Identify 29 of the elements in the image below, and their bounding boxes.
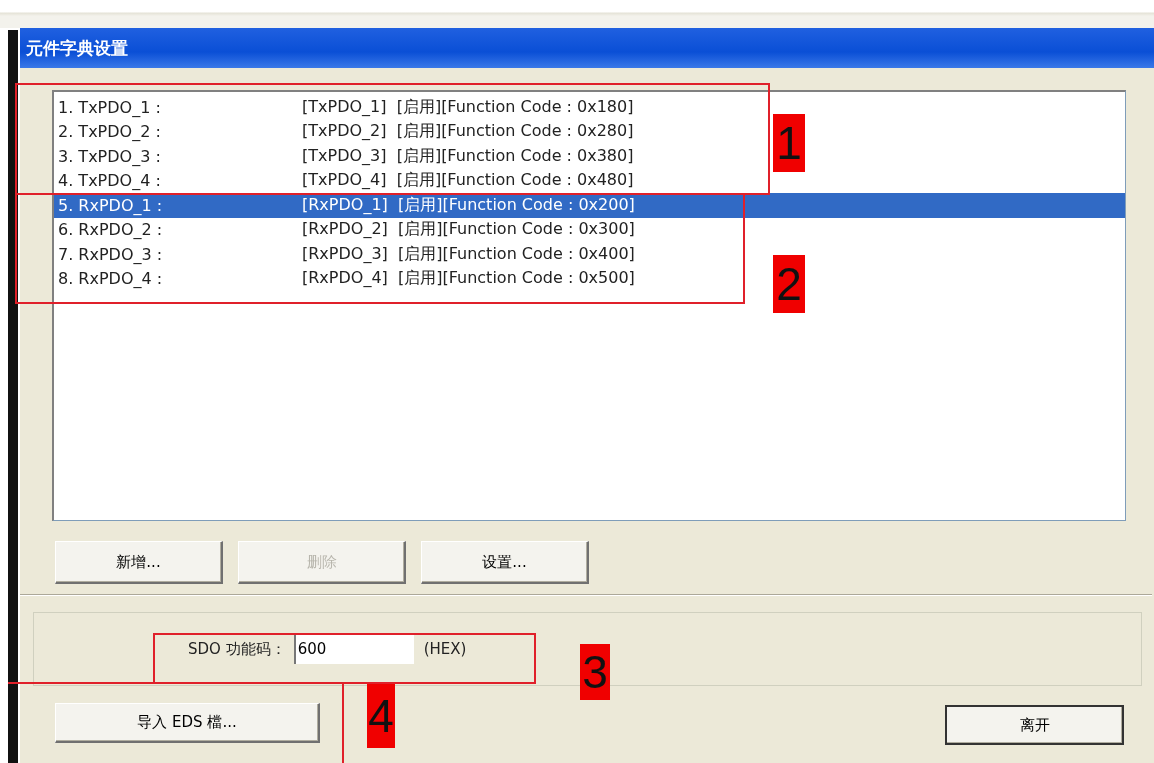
- import-eds-button[interactable]: 导入 EDS 檔...: [55, 703, 320, 743]
- pdo-details[interactable]: [TxPDO_2] [启用][Function Code : 0x280]: [302, 121, 634, 143]
- pdo-details[interactable]: [RxPDO_4] [启用][Function Code : 0x500]: [302, 268, 635, 290]
- pdo-name[interactable]: 7. RxPDO_3 :: [58, 244, 302, 264]
- pdo-details[interactable]: [RxPDO_2] [启用][Function Code : 0x300]: [302, 219, 635, 241]
- add-button[interactable]: 新增...: [55, 541, 223, 584]
- pdo-name[interactable]: 5. RxPDO_1 :: [58, 195, 302, 215]
- annotation-number: 2: [773, 255, 805, 313]
- selected-row-highlight[interactable]: 5. RxPDO_1 : [RxPDO_1] [启用][Function Code : 0x200]: [54, 193, 1125, 218]
- annotation-number: 4: [367, 684, 395, 748]
- sdo-code-field[interactable]: 600: [293, 634, 414, 664]
- hex-unit-label: (HEX): [423, 640, 467, 658]
- pdo-details[interactable]: [TxPDO_3] [启用][Function Code : 0x380]: [302, 145, 634, 167]
- sdo-label: SDO 功能码：: [188, 639, 286, 659]
- window-title: 元件字典设置: [26, 36, 128, 60]
- pdo-details[interactable]: [RxPDO_1] [启用][Function Code : 0x200]: [302, 194, 635, 216]
- exit-button[interactable]: 离开: [945, 705, 1124, 745]
- pdo-name[interactable]: 1. TxPDO_1 :: [58, 97, 302, 117]
- pdo-name[interactable]: 3. TxPDO_3 :: [58, 146, 302, 166]
- pdo-name[interactable]: 8. RxPDO_4 :: [58, 269, 302, 289]
- annotation-number: 1: [773, 114, 805, 172]
- pdo-details[interactable]: [TxPDO_1] [启用][Function Code : 0x180]: [302, 96, 634, 118]
- pdo-name[interactable]: 4. TxPDO_4 :: [58, 171, 302, 191]
- pdo-name[interactable]: 6. RxPDO_2 :: [58, 220, 302, 240]
- pdo-details[interactable]: [RxPDO_3] [启用][Function Code : 0x400]: [302, 243, 635, 265]
- pdo-name[interactable]: 2. TxPDO_2 :: [58, 122, 302, 142]
- annotation-number: 3: [580, 644, 610, 700]
- settings-button[interactable]: 设置...: [421, 541, 589, 584]
- pdo-details[interactable]: [TxPDO_4] [启用][Function Code : 0x480]: [302, 170, 634, 192]
